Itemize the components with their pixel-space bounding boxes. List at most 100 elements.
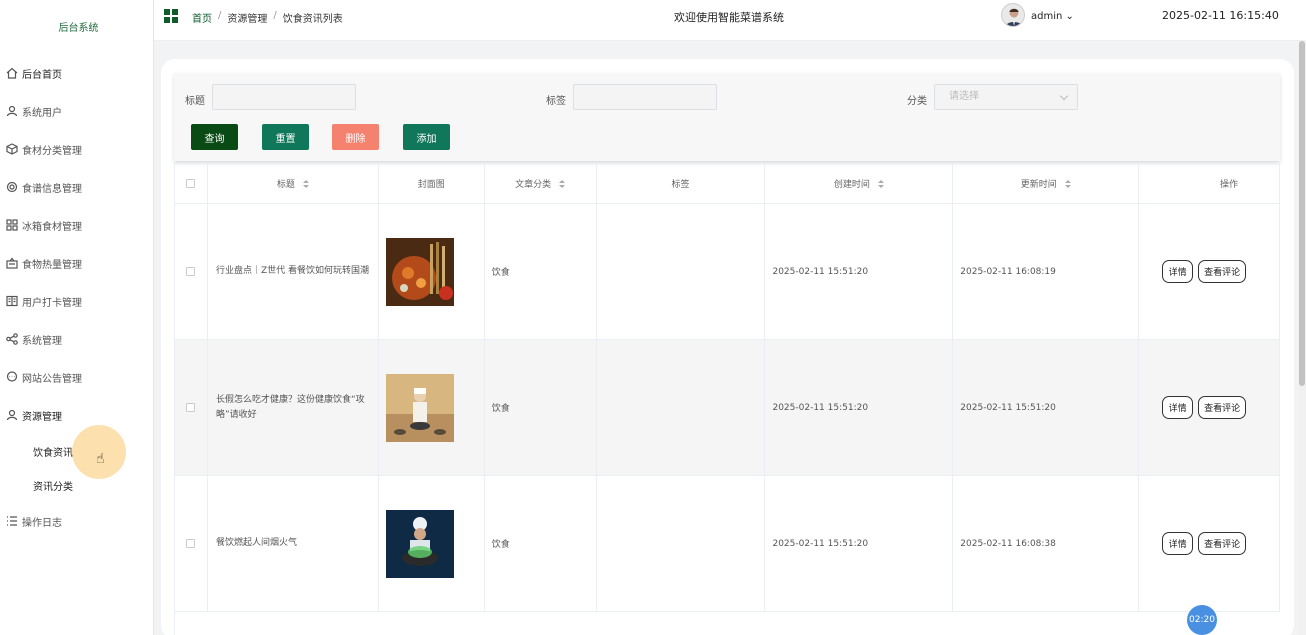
news-table: 标题 封面图 文章分类 标签 创建时间 更新时间 操作 行业盘点｜Z世代 看餐饮… bbox=[174, 163, 1281, 635]
add-button[interactable]: 添加 bbox=[403, 124, 450, 150]
sidebar-item-label: 资源管理 bbox=[22, 411, 62, 423]
column-header-tag: 标签 bbox=[597, 164, 766, 203]
detail-button[interactable]: 详情 bbox=[1162, 532, 1194, 555]
sidebar-item-fridge[interactable]: 冰箱食材管理 bbox=[0, 206, 153, 244]
row-checkbox[interactable] bbox=[186, 267, 196, 276]
column-header-title[interactable]: 标题 bbox=[208, 164, 379, 203]
breadcrumb-separator: / bbox=[218, 10, 222, 21]
chat-icon bbox=[5, 371, 18, 384]
row-title: 行业盘点｜Z世代 看餐饮如何玩转国潮 bbox=[208, 204, 379, 339]
column-header-category[interactable]: 文章分类 bbox=[485, 164, 597, 203]
scrollbar-thumb[interactable] bbox=[1299, 41, 1305, 386]
row-actions: 详情 查看评论 bbox=[1139, 340, 1281, 475]
row-tag bbox=[597, 476, 766, 611]
sidebar-item-label: 系统用户 bbox=[22, 107, 62, 119]
detail-button[interactable]: 详情 bbox=[1162, 260, 1194, 283]
search-form: 标题 标签 分类 请选择 查询 重置 删除 添加 bbox=[174, 73, 1280, 161]
delete-button[interactable]: 删除 bbox=[332, 124, 379, 150]
grid-icon bbox=[5, 219, 18, 232]
sidebar-item-label: 食物热量管理 bbox=[22, 259, 82, 271]
content-panel: 标题 标签 分类 请选择 查询 重置 删除 添加 标题 封面图 文章分类 标签 … bbox=[161, 59, 1294, 635]
row-category: 饮食 bbox=[485, 476, 597, 611]
table-row: 长假怎么吃才健康？这份健康饮食“攻略”请收好 饮食 2025-02-11 15:… bbox=[175, 340, 1281, 476]
row-actions: 详情 查看评论 bbox=[1139, 476, 1281, 611]
view-comments-button[interactable]: 查看评论 bbox=[1198, 260, 1247, 283]
user-menu[interactable]: admin ⌄ bbox=[1031, 11, 1074, 22]
row-updated-time: 2025-02-11 15:51:20 bbox=[953, 340, 1140, 475]
timer-badge: 02:20 bbox=[1187, 605, 1217, 635]
view-comments-button[interactable]: 查看评论 bbox=[1198, 396, 1247, 419]
row-updated-time: 2025-02-11 16:08:38 bbox=[953, 476, 1140, 611]
sort-icon[interactable] bbox=[302, 179, 309, 188]
column-header-label: 封面图 bbox=[417, 180, 445, 190]
column-header-cover: 封面图 bbox=[379, 164, 485, 203]
sidebar-item-resources[interactable]: 资源管理 bbox=[0, 396, 153, 434]
top-header: 首页 / 资源管理 / 饮食资讯列表 欢迎使用智能菜谱系统 admin ⌄ 20… bbox=[154, 0, 1306, 41]
sort-icon[interactable] bbox=[559, 179, 566, 188]
reset-button[interactable]: 重置 bbox=[262, 124, 309, 150]
row-updated-time: 2025-02-11 16:08:19 bbox=[953, 204, 1140, 339]
column-header-updated[interactable]: 更新时间 bbox=[953, 164, 1140, 203]
scale-icon bbox=[5, 257, 18, 270]
current-datetime: 2025-02-11 16:15:40 bbox=[1162, 9, 1279, 22]
view-comments-button[interactable]: 查看评论 bbox=[1198, 532, 1247, 555]
query-button[interactable]: 查询 bbox=[191, 124, 238, 150]
column-header-label: 操作 bbox=[1220, 180, 1239, 190]
column-header-label: 更新时间 bbox=[1020, 180, 1057, 190]
menu-toggle-icon[interactable] bbox=[164, 9, 178, 23]
sidebar-item-home[interactable]: 后台首页 bbox=[0, 54, 153, 92]
user-icon bbox=[5, 409, 18, 422]
select-all-checkbox[interactable] bbox=[186, 179, 196, 188]
title-search-input[interactable] bbox=[212, 84, 356, 110]
sidebar-item-system[interactable]: 系统管理 bbox=[0, 320, 153, 358]
breadcrumb: 首页 / 资源管理 / 饮食资讯列表 bbox=[192, 10, 343, 25]
sidebar-item-label: 系统管理 bbox=[22, 335, 62, 347]
detail-button[interactable]: 详情 bbox=[1162, 396, 1194, 419]
app-root: 后台系统 后台首页 系统用户 食材分类管理 食谱信息管理 冰箱食材管理 食物热量… bbox=[0, 0, 1306, 635]
column-header-created[interactable]: 创建时间 bbox=[765, 164, 954, 203]
row-created-time: 2025-02-11 15:51:20 bbox=[765, 476, 954, 611]
chevron-down-icon bbox=[1059, 91, 1069, 101]
breadcrumb-home[interactable]: 首页 bbox=[192, 10, 212, 25]
row-checkbox[interactable] bbox=[186, 403, 196, 412]
chevron-down-icon: ⌄ bbox=[1062, 11, 1074, 22]
tag-field-label: 标签 bbox=[546, 96, 566, 107]
home-icon bbox=[5, 67, 18, 80]
column-header-label: 创建时间 bbox=[833, 180, 870, 190]
sort-icon[interactable] bbox=[1064, 179, 1071, 188]
welcome-text: 欢迎使用智能菜谱系统 bbox=[674, 11, 784, 24]
sidebar-subitem-label: 饮食资讯 bbox=[33, 447, 73, 459]
sidebar-item-system-users[interactable]: 系统用户 bbox=[0, 92, 153, 130]
brand-label: 后台系统 bbox=[58, 22, 99, 34]
sidebar-item-ingredient-category[interactable]: 食材分类管理 bbox=[0, 130, 153, 168]
row-select-cell bbox=[175, 340, 208, 475]
cover-image bbox=[385, 237, 454, 306]
sidebar-subitem-label: 资讯分类 bbox=[33, 481, 73, 493]
row-checkbox[interactable] bbox=[186, 539, 196, 548]
username: admin bbox=[1031, 11, 1063, 22]
sidebar-item-logs[interactable]: 操作日志 bbox=[0, 502, 153, 540]
sidebar-item-checkin[interactable]: 用户打卡管理 bbox=[0, 282, 153, 320]
gear-icon bbox=[5, 181, 18, 194]
sidebar-item-recipe-info[interactable]: 食谱信息管理 bbox=[0, 168, 153, 206]
sidebar-subitem-news-category[interactable]: 资讯分类 bbox=[0, 468, 153, 502]
row-cover-cell bbox=[379, 476, 485, 611]
sidebar-item-calorie[interactable]: 食物热量管理 bbox=[0, 244, 153, 282]
category-field-label: 分类 bbox=[907, 96, 927, 107]
sidebar-item-announcement[interactable]: 网站公告管理 bbox=[0, 358, 153, 396]
breadcrumb-resources[interactable]: 资源管理 bbox=[227, 10, 267, 25]
category-select[interactable]: 请选择 bbox=[934, 84, 1078, 110]
sort-icon[interactable] bbox=[877, 179, 884, 188]
tag-search-input[interactable] bbox=[573, 84, 717, 110]
category-placeholder: 请选择 bbox=[949, 91, 979, 102]
sidebar-item-label: 后台首页 bbox=[22, 69, 62, 81]
breadcrumb-current: 饮食资讯列表 bbox=[282, 14, 343, 25]
title-field-label: 标题 bbox=[185, 96, 205, 107]
row-select-cell bbox=[175, 204, 208, 339]
list-icon bbox=[5, 515, 18, 528]
sidebar-item-label: 操作日志 bbox=[22, 517, 62, 529]
column-header-actions: 操作 bbox=[1139, 164, 1281, 203]
select-all-cell bbox=[175, 164, 208, 203]
avatar[interactable] bbox=[1001, 3, 1025, 27]
page-scrollbar[interactable] bbox=[1298, 41, 1306, 635]
